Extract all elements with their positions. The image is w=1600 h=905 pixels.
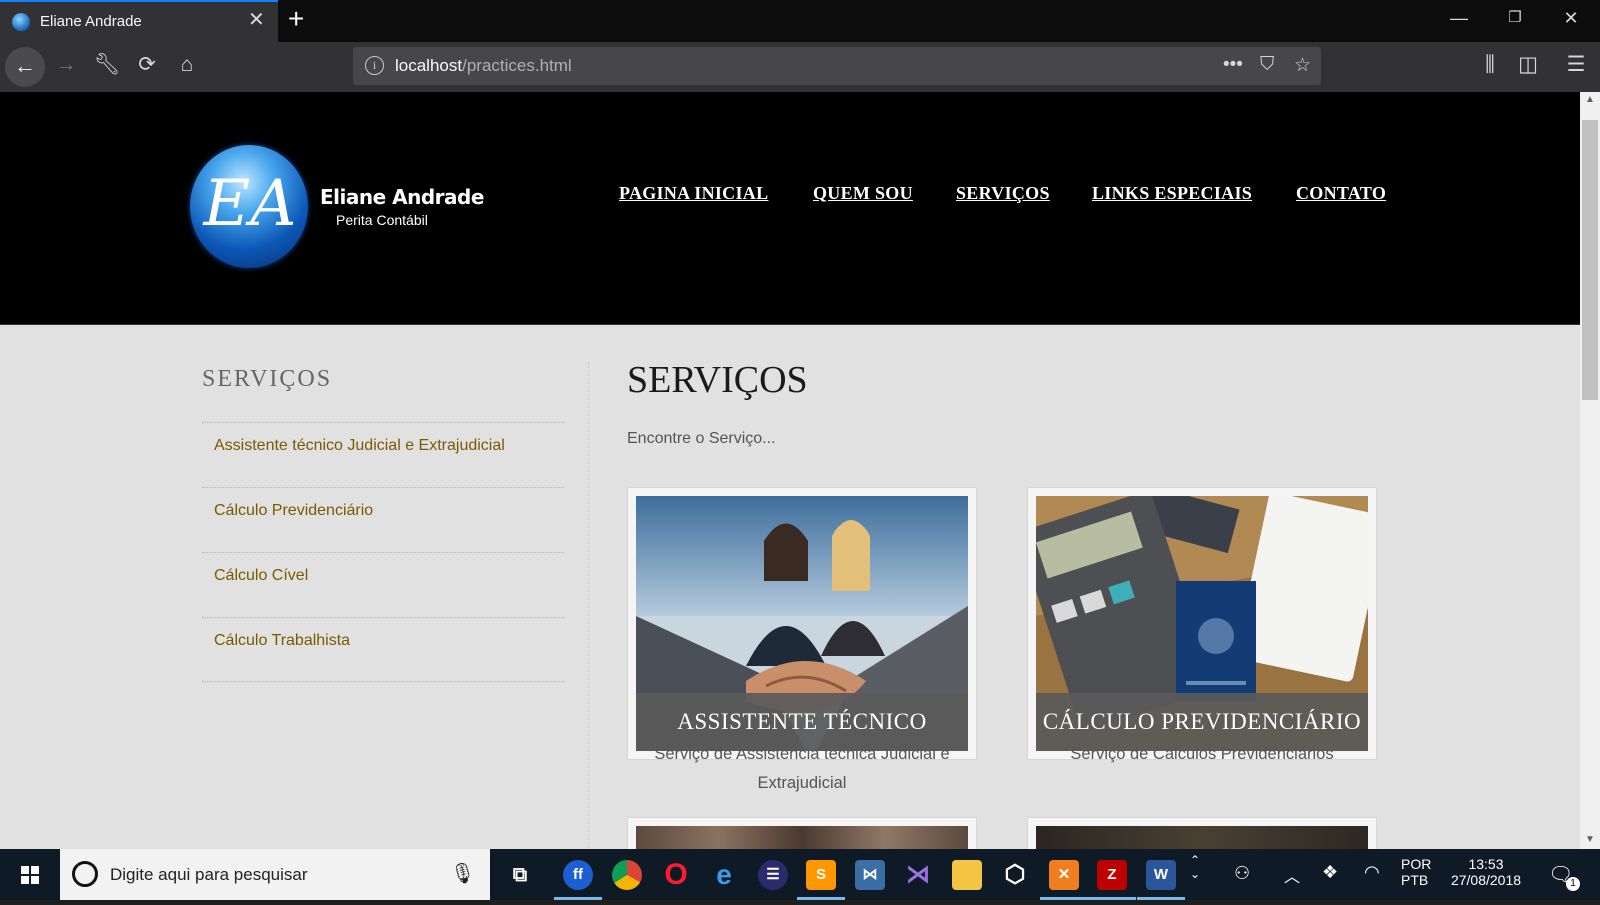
library-icon[interactable]: ⫼ <box>1476 53 1504 77</box>
page-subtitle: Encontre o Serviço... <box>627 430 776 447</box>
notification-count-badge: 1 <box>1566 877 1580 891</box>
calculator-image[interactable]: CÁLCULO PREVIDENCIÁRIO <box>1036 496 1368 751</box>
nav-quem-sou[interactable]: QUEM SOU <box>813 183 913 204</box>
sidebar-toggle-icon[interactable]: ◫ <box>1514 53 1542 77</box>
close-tab-icon[interactable]: ✕ <box>248 10 265 30</box>
chrome-icon[interactable] <box>612 860 642 890</box>
new-tab-button[interactable]: + <box>288 4 304 34</box>
firefox-icon[interactable]: ff <box>563 860 593 890</box>
nav-pagina-inicial[interactable]: PAGINA INICIAL <box>619 183 768 204</box>
card-description: Serviço de Assistencia técnica Judicial … <box>654 745 950 792</box>
taskbar-search[interactable]: Digite aqui para pesquisar 🎙︎ <box>60 849 490 900</box>
back-button[interactable]: ← <box>5 47 45 87</box>
bookmark-star-icon[interactable]: ☆ <box>1294 54 1311 77</box>
sidebar-item-previdenciario[interactable]: Cálculo Previdenciário <box>202 487 564 552</box>
url-bar[interactable]: i localhost/practices.html ••• ⛉ ☆ <box>353 47 1321 85</box>
sidebar-list: Assistente técnico Judicial e Extrajudic… <box>202 422 564 682</box>
windows-start-button[interactable] <box>0 849 60 900</box>
tab-title: Eliane Andrade <box>40 13 142 30</box>
virtualbox-icon[interactable]: ⬡ <box>1000 860 1030 890</box>
reload-icon[interactable]: ⟳ <box>133 53 161 77</box>
taskbar-scroll-icon[interactable]: ⌃ ⌄ <box>1190 853 1200 881</box>
sidebar-item-civel[interactable]: Cálculo Cível <box>202 552 564 617</box>
scroll-thumb[interactable] <box>1582 120 1598 400</box>
logo-monogram: EA <box>203 167 297 241</box>
word-icon[interactable]: W <box>1146 860 1176 890</box>
scroll-up-icon[interactable]: ▲ <box>1580 94 1600 105</box>
file-explorer-icon[interactable] <box>952 860 982 890</box>
clock[interactable]: 13:53 27/08/2018 <box>1446 856 1526 888</box>
task-view-icon[interactable]: ⧉ <box>505 860 535 890</box>
close-window-icon[interactable]: ✕ <box>1548 8 1594 29</box>
dropbox-icon[interactable]: ❖ <box>1322 862 1338 883</box>
page-viewport: EA Eliane Andrade Perita Contábil PAGINA… <box>0 92 1580 849</box>
handshake-image[interactable]: ASSISTENTE TÉCNICO <box>636 496 968 751</box>
brand-name: Eliane Andrade <box>320 185 484 209</box>
work-image[interactable] <box>1036 826 1368 849</box>
page-scrollbar[interactable]: ▲ ▼ <box>1580 92 1600 849</box>
site-header: EA Eliane Andrade Perita Contábil PAGINA… <box>0 92 1580 325</box>
page-title: SERVIÇOS <box>627 359 808 401</box>
eclipse-icon[interactable]: ☰ <box>758 860 788 890</box>
cortana-icon[interactable] <box>72 861 98 887</box>
globe-favicon-icon <box>12 13 30 31</box>
more-actions-icon[interactable]: ••• <box>1223 54 1243 76</box>
tab-bar: Eliane Andrade ✕ + — ❐ ✕ <box>0 0 1600 42</box>
nav-links-especiais[interactable]: LINKS ESPECIAIS <box>1092 183 1252 204</box>
pocket-icon[interactable]: ⛉ <box>1260 54 1274 76</box>
wifi-icon[interactable]: ◠ <box>1364 862 1380 883</box>
language-indicator[interactable]: POR PTB <box>1401 856 1431 888</box>
info-icon[interactable]: i <box>365 56 384 75</box>
microphone-icon[interactable]: 🎙︎ <box>450 861 475 886</box>
language-code: POR <box>1401 856 1432 872</box>
service-card-previdenciario[interactable]: CÁLCULO PREVIDENCIÁRIO <box>1027 487 1377 760</box>
windows-logo-icon <box>21 866 39 884</box>
minimize-icon[interactable]: — <box>1436 8 1482 29</box>
mysql-workbench-icon[interactable]: ⋈ <box>855 860 885 890</box>
service-card-trabalhista[interactable] <box>1027 817 1377 849</box>
column-divider <box>588 362 589 849</box>
nav-servicos[interactable]: SERVIÇOS <box>956 183 1050 204</box>
visual-studio-icon[interactable]: ⋊ <box>903 860 933 890</box>
show-hidden-icons[interactable]: ︿ <box>1284 863 1300 887</box>
edge-icon[interactable]: e <box>709 860 739 890</box>
people-image[interactable] <box>636 826 968 849</box>
brand-subtitle: Perita Contábil <box>336 212 428 228</box>
clock-time: 13:53 <box>1468 856 1504 872</box>
wrench-icon[interactable]: 🔧︎ <box>93 53 121 77</box>
keyboard-layout: PTB <box>1401 872 1429 888</box>
home-icon[interactable]: ⌂ <box>173 53 201 77</box>
browser-tab[interactable]: Eliane Andrade ✕ <box>0 0 278 42</box>
clock-date: 27/08/2018 <box>1450 872 1522 888</box>
forward-icon[interactable]: → <box>52 53 80 77</box>
nav-contato[interactable]: CONTATO <box>1296 183 1386 204</box>
service-card-assistente[interactable]: ASSISTENTE TÉCNICO <box>627 487 977 760</box>
people-icon[interactable]: ⚇ <box>1234 863 1250 884</box>
scroll-down-icon[interactable]: ▼ <box>1580 834 1600 845</box>
sidebar-title: SERVIÇOS <box>202 366 333 392</box>
service-card-civel[interactable] <box>627 817 977 849</box>
xampp-icon[interactable]: ✕ <box>1049 860 1079 890</box>
card-description: Serviço de Cálculos Previdenciários <box>1070 745 1334 763</box>
search-placeholder[interactable]: Digite aqui para pesquisar <box>110 865 308 885</box>
sidebar-item-assistente[interactable]: Assistente técnico Judicial e Extrajudic… <box>202 422 564 487</box>
sidebar-item-trabalhista[interactable]: Cálculo Trabalhista <box>202 617 564 682</box>
opera-icon[interactable]: O <box>661 860 691 890</box>
sublime-icon[interactable]: S <box>806 860 836 890</box>
windows-taskbar: Digite aqui para pesquisar 🎙︎ ⧉ ff O e ☰… <box>0 849 1600 900</box>
restore-icon[interactable]: ❐ <box>1492 8 1538 26</box>
url-text[interactable]: localhost/practices.html <box>395 56 572 76</box>
logo-globe-icon[interactable]: EA <box>190 145 308 268</box>
browser-toolbar: ← → 🔧︎ ⟳ ⌂ i localhost/practices.html ••… <box>0 42 1600 92</box>
menu-icon[interactable]: ☰ <box>1562 53 1590 77</box>
filezilla-icon[interactable]: Z <box>1097 860 1127 890</box>
